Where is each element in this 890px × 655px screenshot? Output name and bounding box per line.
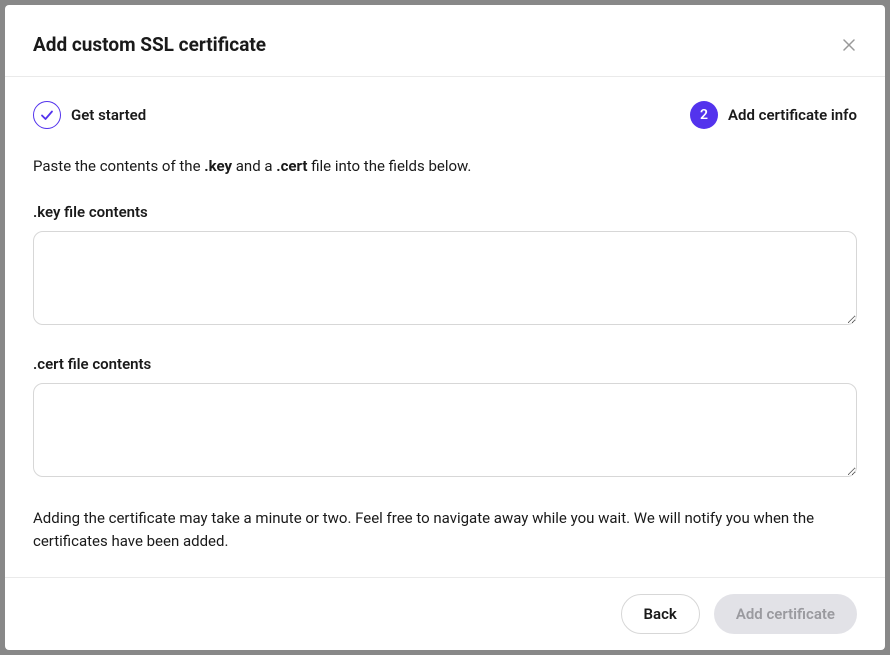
processing-note: Adding the certificate may take a minute… — [33, 507, 857, 554]
step-add-certificate-info: 2 Add certificate info — [690, 101, 857, 129]
instruction-text: Paste the contents of the .key and a .ce… — [33, 157, 857, 175]
modal-body: Paste the contents of the .key and a .ce… — [5, 141, 885, 577]
step-progress: Get started 2 Add certificate info — [5, 77, 885, 141]
back-button[interactable]: Back — [621, 594, 700, 634]
step-label: Add certificate info — [728, 106, 857, 124]
cert-file-field-group: .cert file contents — [33, 355, 857, 481]
modal-footer: Back Add certificate — [5, 577, 885, 650]
step-get-started: Get started — [33, 101, 146, 129]
key-file-field-group: .key file contents — [33, 203, 857, 329]
close-icon[interactable] — [841, 37, 857, 53]
cert-file-label: .cert file contents — [33, 355, 857, 373]
key-file-label: .key file contents — [33, 203, 857, 221]
checkmark-icon — [33, 101, 61, 129]
add-certificate-button[interactable]: Add certificate — [714, 594, 857, 634]
modal-title: Add custom SSL certificate — [33, 33, 266, 56]
step-label: Get started — [71, 106, 146, 124]
key-file-textarea[interactable] — [33, 231, 857, 325]
modal-header: Add custom SSL certificate — [5, 5, 885, 77]
cert-file-textarea[interactable] — [33, 383, 857, 477]
ssl-certificate-modal: Add custom SSL certificate Get started 2… — [5, 5, 885, 650]
step-number-badge: 2 — [690, 101, 718, 129]
